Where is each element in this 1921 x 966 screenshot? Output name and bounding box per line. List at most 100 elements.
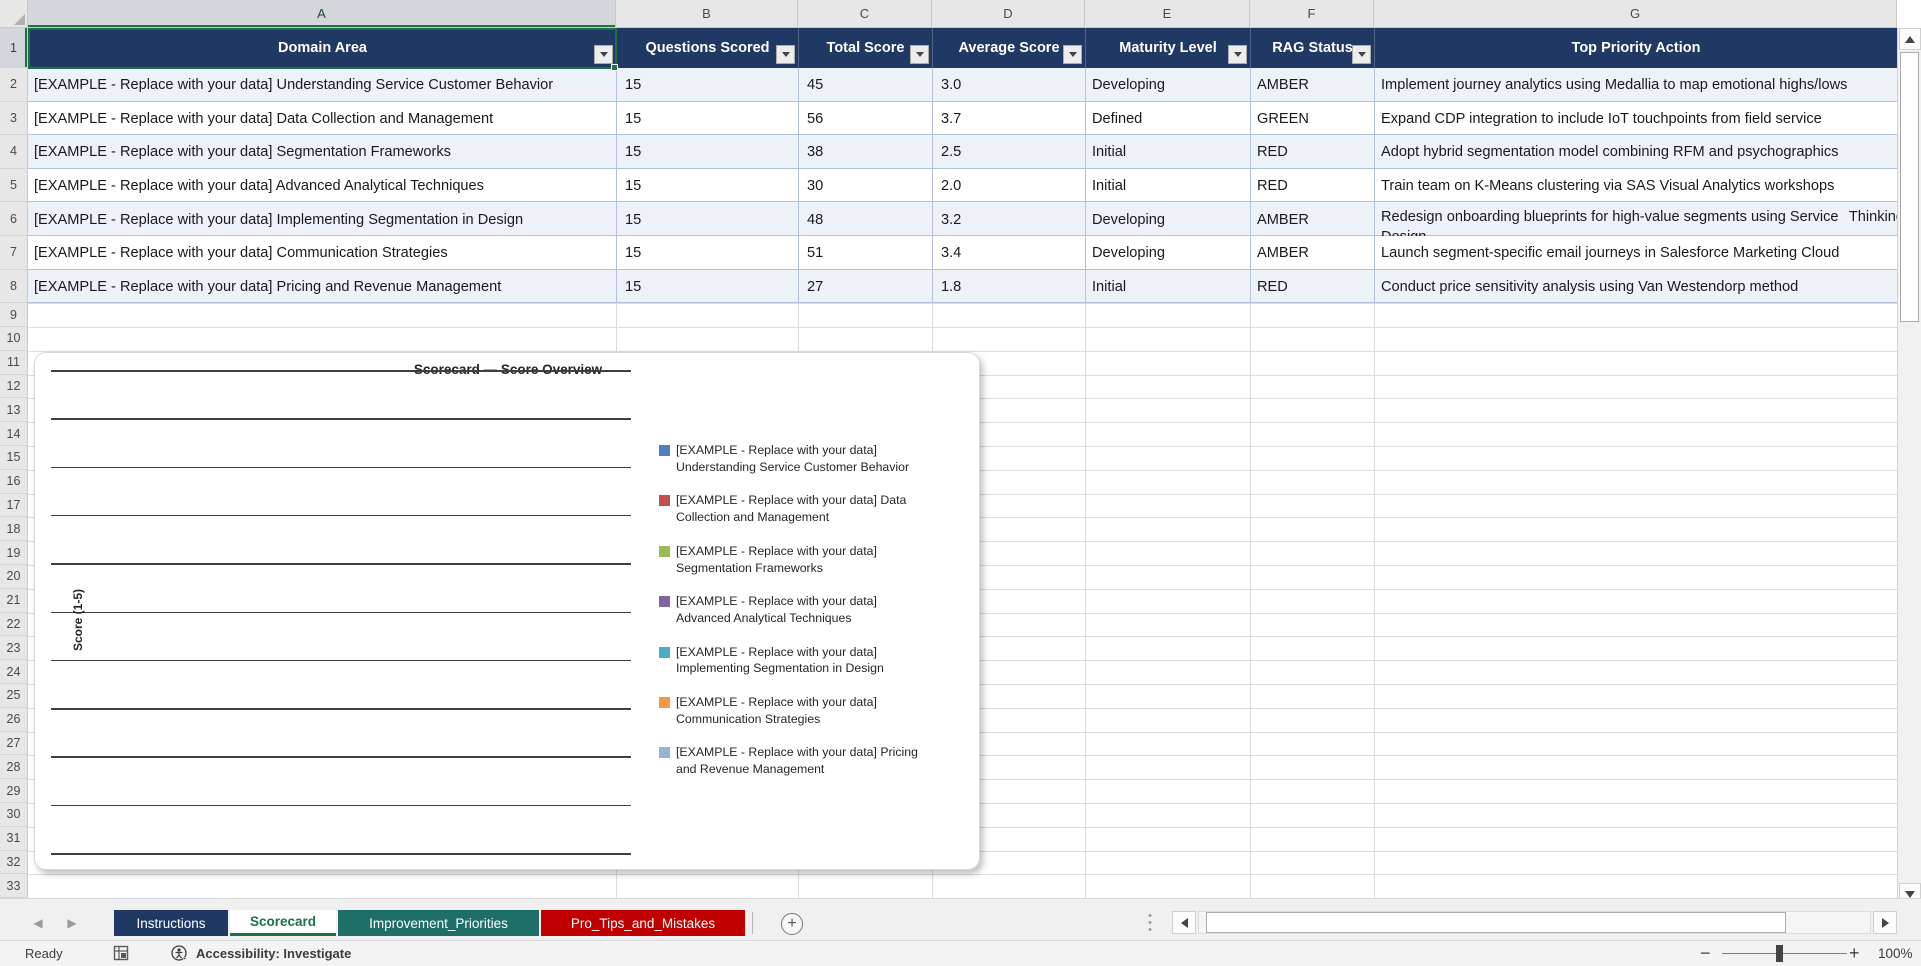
tab-scroll-splitter[interactable]: ••• [1146,913,1154,935]
row-header-32[interactable]: 32 [0,851,28,875]
cell-C2[interactable]: 45 [798,68,945,102]
column-header-F[interactable]: F [1250,0,1374,28]
row-header-2[interactable]: 2 [0,68,28,102]
filter-dropdown-A[interactable] [594,45,613,64]
cell-G2[interactable]: Implement journey analytics using Medall… [1374,68,1910,102]
cell-E3[interactable]: Defined [1085,102,1263,136]
cell-A4[interactable]: [EXAMPLE - Replace with your data] Segme… [28,135,628,169]
filter-dropdown-F[interactable] [1352,45,1371,64]
cell-C4[interactable]: 38 [798,135,945,169]
row-header-27[interactable]: 27 [0,732,28,756]
cell-B6[interactable]: 15 [616,202,811,236]
cell-B5[interactable]: 15 [616,169,811,203]
cell-F7[interactable]: AMBER [1250,236,1387,270]
zoom-slider-track[interactable] [1722,953,1847,954]
cell-C6[interactable]: 48 [798,202,945,236]
cell-E8[interactable]: Initial [1085,270,1263,304]
row-header-26[interactable]: 26 [0,708,28,732]
legend-item-4[interactable]: [EXAMPLE - Replace with your data]Implem… [659,644,971,678]
legend-item-3[interactable]: [EXAMPLE - Replace with your data]Advanc… [659,593,971,627]
vertical-scroll-thumb[interactable] [1900,52,1919,322]
cell-C7[interactable]: 51 [798,236,945,270]
legend-item-1[interactable]: [EXAMPLE - Replace with your data] DataC… [659,492,971,526]
column-header-E[interactable]: E [1085,0,1250,28]
legend-item-0[interactable]: [EXAMPLE - Replace with your data]Unders… [659,442,971,476]
column-header-B[interactable]: B [616,0,798,28]
row-header-5[interactable]: 5 [0,169,28,203]
filter-dropdown-E[interactable] [1228,45,1247,64]
hscroll-right-button[interactable] [1873,911,1897,934]
row-header-7[interactable]: 7 [0,236,28,270]
row-header-25[interactable]: 25 [0,684,28,708]
cell-F8[interactable]: RED [1250,270,1387,304]
filter-dropdown-C[interactable] [910,45,929,64]
row-header-15[interactable]: 15 [0,446,28,470]
row-header-6[interactable]: 6 [0,202,28,236]
row-header-1[interactable]: 1 [0,28,28,68]
cell-E5[interactable]: Initial [1085,169,1263,203]
cell-G3[interactable]: Expand CDP integration to include IoT to… [1374,102,1910,136]
cell-D6[interactable]: 3.2 [932,202,1098,236]
cell-A7[interactable]: [EXAMPLE - Replace with your data] Commu… [28,236,628,270]
prev-sheet-button[interactable]: ◀ [28,910,48,936]
cell-G4[interactable]: Adopt hybrid segmentation model combinin… [1374,135,1910,169]
zoom-in-button[interactable]: + [1849,943,1860,964]
cell-E7[interactable]: Developing [1085,236,1263,270]
row-header-33[interactable]: 33 [0,874,28,898]
row-header-3[interactable]: 3 [0,102,28,136]
row-header-12[interactable]: 12 [0,375,28,399]
row-header-30[interactable]: 30 [0,803,28,827]
cell-C5[interactable]: 30 [798,169,945,203]
cell-E4[interactable]: Initial [1085,135,1263,169]
cell-A5[interactable]: [EXAMPLE - Replace with your data] Advan… [28,169,628,203]
zoom-slider-thumb[interactable] [1776,945,1783,962]
row-header-21[interactable]: 21 [0,589,28,613]
row-header-24[interactable]: 24 [0,660,28,684]
row-header-18[interactable]: 18 [0,517,28,541]
chart-score-overview[interactable]: Scorecard — Score Overview Score (1-5) [… [34,352,980,870]
cell-D4[interactable]: 2.5 [932,135,1098,169]
row-header-22[interactable]: 22 [0,613,28,637]
table-header-0[interactable]: Domain Area [28,28,616,68]
zoom-level[interactable]: 100% [1878,946,1913,961]
row-header-19[interactable]: 19 [0,541,28,565]
cell-D3[interactable]: 3.7 [932,102,1098,136]
select-all-corner[interactable] [0,0,28,28]
row-header-4[interactable]: 4 [0,135,28,169]
cell-B3[interactable]: 15 [616,102,811,136]
scroll-up-button[interactable] [1899,28,1921,50]
row-header-11[interactable]: 11 [0,351,28,375]
row-header-9[interactable]: 9 [0,303,28,327]
new-sheet-button[interactable]: + [781,913,803,935]
cell-E2[interactable]: Developing [1085,68,1263,102]
cell-B4[interactable]: 15 [616,135,811,169]
next-sheet-button[interactable]: ▶ [62,910,82,936]
column-header-G[interactable]: G [1374,0,1897,28]
cell-A3[interactable]: [EXAMPLE - Replace with your data] Data … [28,102,628,136]
sheet-tab-scorecard[interactable]: Scorecard [230,910,336,936]
filter-dropdown-D[interactable] [1063,45,1082,64]
sheet-tab-instructions[interactable]: Instructions [114,910,228,936]
horizontal-scroll-thumb[interactable] [1206,912,1786,933]
row-header-23[interactable]: 23 [0,636,28,660]
row-header-13[interactable]: 13 [0,398,28,422]
cell-D7[interactable]: 3.4 [932,236,1098,270]
macro-record-icon[interactable] [113,945,129,961]
table-header-4[interactable]: Maturity Level [1085,28,1250,68]
accessibility-status[interactable]: Accessibility: Investigate [196,946,351,961]
zoom-out-button[interactable]: − [1700,943,1711,964]
column-header-C[interactable]: C [798,0,932,28]
cell-G5[interactable]: Train team on K-Means clustering via SAS… [1374,169,1910,203]
cell-A2[interactable]: [EXAMPLE - Replace with your data] Under… [28,68,628,102]
column-header-D[interactable]: D [932,0,1085,28]
cell-B7[interactable]: 15 [616,236,811,270]
row-header-29[interactable]: 29 [0,779,28,803]
cell-E6[interactable]: Developing [1085,202,1263,236]
legend-item-5[interactable]: [EXAMPLE - Replace with your data]Commun… [659,694,971,728]
cell-G6[interactable]: Redesign onboarding blueprints for high-… [1374,202,1910,240]
cell-C8[interactable]: 27 [798,270,945,304]
legend-item-2[interactable]: [EXAMPLE - Replace with your data]Segmen… [659,543,971,577]
cell-F6[interactable]: AMBER [1250,202,1387,236]
cell-G8[interactable]: Conduct price sensitivity analysis using… [1374,270,1910,304]
legend-item-6[interactable]: [EXAMPLE - Replace with your data] Prici… [659,744,971,778]
